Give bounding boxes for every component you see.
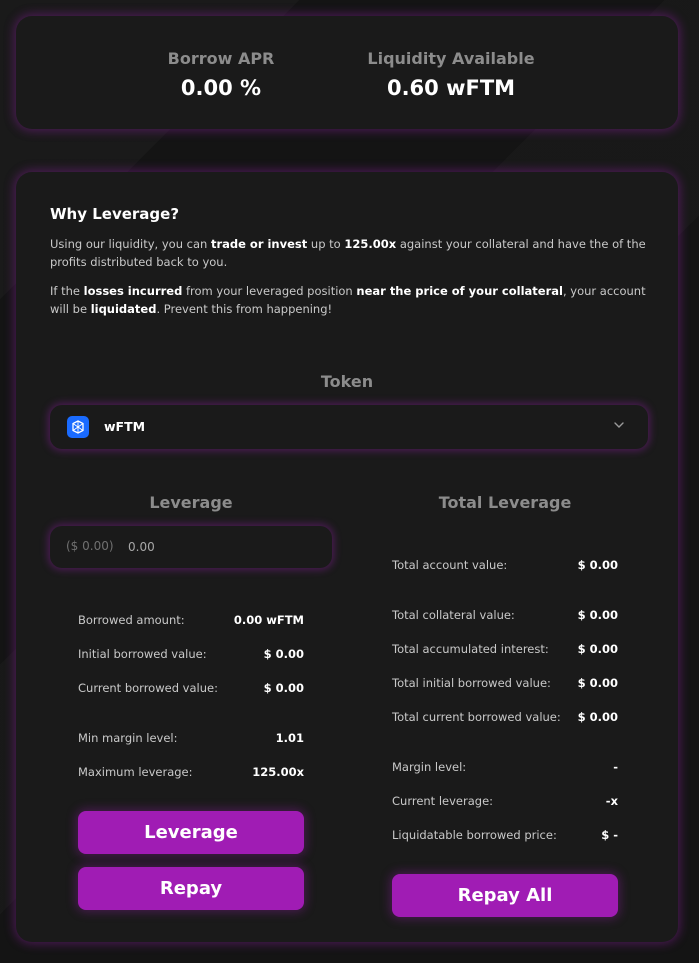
total-accumulated-interest-row: Total accumulated interest: $ 0.00 — [392, 642, 618, 656]
borrowed-amount-row: Borrowed amount: 0.00 wFTM — [78, 613, 304, 627]
liquidity-stat: Liquidity Available 0.60 wFTM — [366, 49, 536, 100]
initial-borrowed-value-row: Initial borrowed value: $ 0.00 — [78, 647, 304, 661]
why-leverage-title: Why Leverage? — [50, 205, 180, 223]
token-select[interactable]: wFTM — [50, 405, 648, 449]
total-collateral-value-row: Total collateral value: $ 0.00 — [392, 608, 618, 622]
liquidity-value: 0.60 wFTM — [386, 76, 516, 100]
leverage-section-label: Leverage — [149, 493, 233, 512]
info-paragraph-2: If the losses incurred from your leverag… — [50, 284, 646, 316]
fantom-token-icon — [67, 416, 89, 438]
current-borrowed-value-row: Current borrowed value: $ 0.00 — [78, 681, 304, 695]
chevron-down-icon — [614, 422, 624, 428]
min-margin-level-row: Min margin level: 1.01 — [78, 731, 304, 745]
leverage-amount-field[interactable]: ($ 0.00) — [50, 526, 332, 568]
info-paragraph-1: Using our liquidity, you can trade or in… — [50, 237, 646, 269]
repay-all-button[interactable]: Repay All — [392, 874, 618, 917]
total-initial-borrowed-value-row: Total initial borrowed value: $ 0.00 — [392, 676, 618, 690]
borrow-apr-value: 0.00 % — [180, 76, 262, 100]
leverage-button[interactable]: Leverage — [78, 811, 304, 854]
maximum-leverage-row: Maximum leverage: 125.00x — [78, 765, 304, 779]
selected-token-name: wFTM — [104, 419, 146, 434]
total-current-borrowed-value-row: Total current borrowed value: $ 0.00 — [392, 710, 618, 724]
total-leverage-section-label: Total Leverage — [438, 493, 572, 512]
liquidatable-borrowed-price-row: Liquidatable borrowed price: $ - — [392, 828, 618, 842]
stats-card: Borrow APR 0.00 % Liquidity Available 0.… — [16, 16, 678, 129]
token-label: Token — [320, 372, 374, 391]
leverage-card: Why Leverage? Using our liquidity, you c… — [16, 172, 678, 942]
borrow-apr-stat: Borrow APR 0.00 % — [166, 49, 276, 100]
margin-level-row: Margin level: - — [392, 760, 618, 774]
current-leverage-row: Current leverage: -x — [392, 794, 618, 808]
liquidity-label: Liquidity Available — [367, 49, 535, 68]
leverage-amount-input[interactable] — [128, 534, 318, 560]
total-account-value-row: Total account value: $ 0.00 — [392, 558, 618, 572]
usd-value-prefix: ($ 0.00) — [66, 539, 114, 553]
borrow-apr-label: Borrow APR — [167, 49, 275, 68]
repay-button[interactable]: Repay — [78, 867, 304, 910]
